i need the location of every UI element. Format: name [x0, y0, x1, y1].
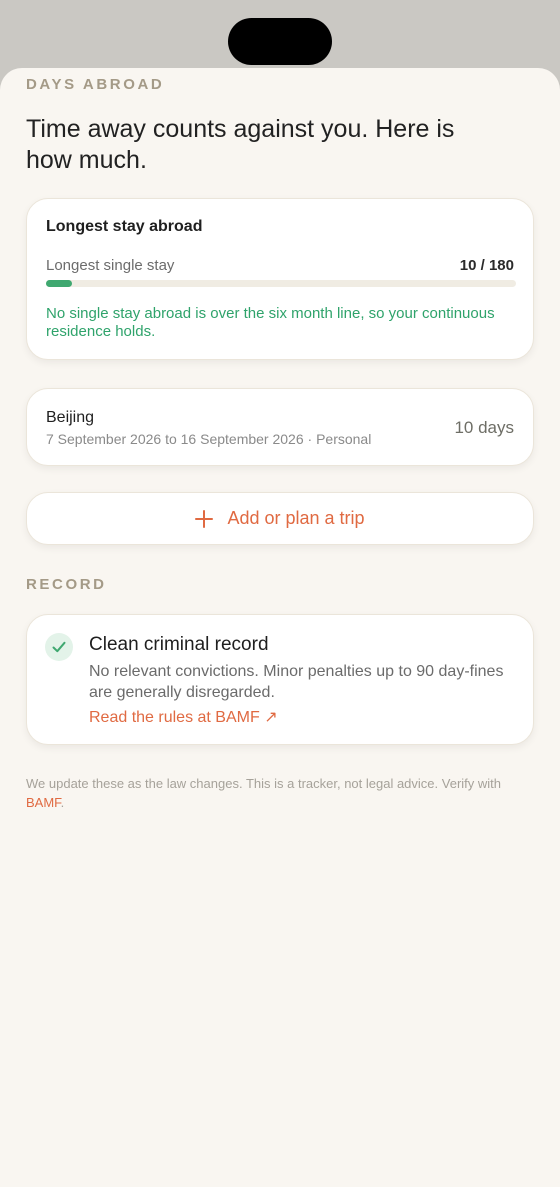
- record-description: No relevant convictions. Minor penalties…: [89, 663, 504, 701]
- plus-icon: [195, 509, 214, 528]
- days-abroad-headline: Time away counts against you. Here is ho…: [26, 115, 455, 174]
- trip-destination: Beijing: [46, 409, 95, 426]
- longest-stay-progress-fill: [46, 280, 73, 287]
- add-trip-label: Add or plan a trip: [227, 508, 365, 528]
- days-abroad-section-label: DAYS ABROAD: [26, 76, 165, 93]
- longest-stay-card: Longest stay abroad Longest single stay …: [26, 198, 534, 360]
- record-section-label: RECORD: [26, 576, 107, 593]
- trip-duration: 10 days: [454, 418, 514, 437]
- longest-stay-metric-label: Longest single stay: [46, 257, 175, 274]
- bamf-rules-link[interactable]: Read the rules at BAMF ↗: [89, 707, 278, 727]
- main-sheet: DAYS ABROAD Time away counts against you…: [0, 68, 560, 1187]
- record-title: Clean criminal record: [89, 634, 269, 655]
- add-trip-button[interactable]: Add or plan a trip: [26, 492, 534, 545]
- longest-stay-metric-value: 10 / 180: [459, 257, 514, 274]
- trip-details: 7 September 2026 to 16 September 2026 · …: [46, 431, 372, 447]
- longest-stay-status-note: No single stay abroad is over the six mo…: [46, 305, 495, 340]
- longest-stay-progress-bar: [46, 280, 516, 287]
- checkmark-icon: [45, 633, 73, 661]
- disclaimer-text: We update these as the law changes. This…: [26, 776, 502, 791]
- dynamic-island: [228, 18, 332, 65]
- disclaimer-end: .: [60, 795, 65, 810]
- disclaimer-footer: We update these as the law changes. This…: [26, 774, 536, 812]
- bamf-footer-link[interactable]: BAMF: [26, 795, 61, 810]
- longest-stay-title: Longest stay abroad: [46, 218, 203, 235]
- criminal-record-card: Clean criminal record No relevant convic…: [26, 614, 534, 745]
- trip-card[interactable]: Beijing 7 September 2026 to 16 September…: [26, 388, 534, 466]
